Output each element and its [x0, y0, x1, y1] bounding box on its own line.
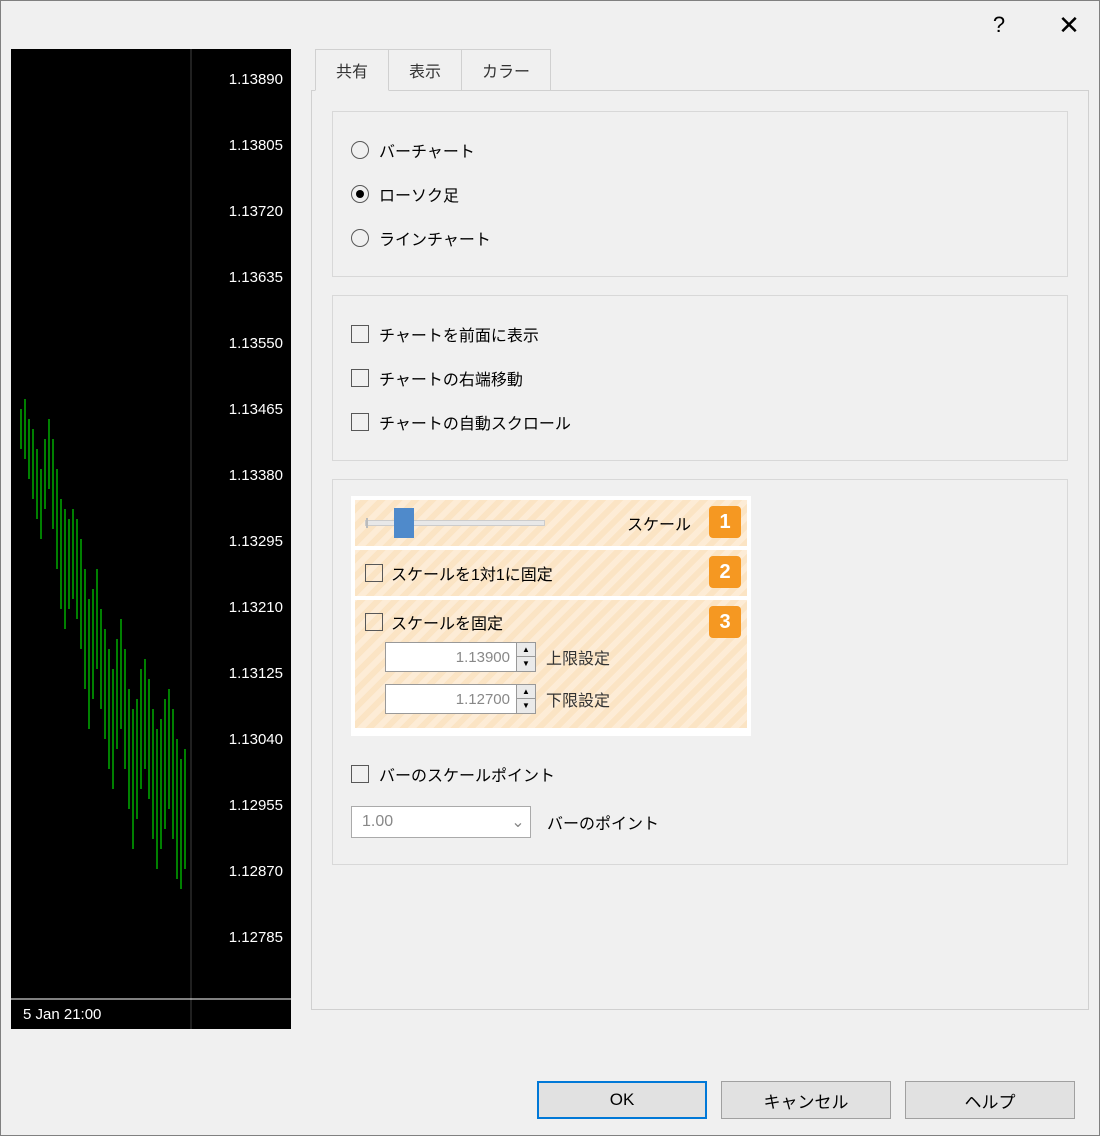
chevron-down-icon[interactable]: ⌄	[506, 807, 530, 837]
radio-candlestick[interactable]	[351, 185, 369, 203]
scale-label: スケール	[627, 511, 691, 535]
chart-options-group: チャートを前面に表示 チャートの右端移動 チャートの自動スクロール	[332, 295, 1068, 461]
tab-content: バーチャート ローソク足 ラインチャート チャートを前面に表示	[311, 90, 1089, 1010]
y-tick: 1.13720	[229, 203, 283, 220]
y-tick: 1.13125	[229, 665, 283, 682]
radio-label: バーチャート	[379, 138, 475, 162]
y-tick: 1.13295	[229, 533, 283, 550]
y-tick: 1.13380	[229, 467, 283, 484]
bar-point-label: バーのポイント	[547, 810, 659, 834]
check-label: スケールを固定	[391, 610, 503, 634]
lower-limit-input[interactable]	[386, 685, 516, 713]
annotation-badge-3: 3	[709, 606, 741, 638]
upper-limit-input[interactable]	[386, 643, 516, 671]
annotation-badge-2: 2	[709, 556, 741, 588]
annotation-badge-1: 1	[709, 506, 741, 538]
check-label: スケールを1対1に固定	[391, 561, 553, 585]
scale-group: スケール 1 スケールを1対1に固定 2 スケールを固定	[332, 479, 1068, 865]
properties-dialog: ? ✕	[0, 0, 1100, 1136]
scale-fix-row: スケールを固定 3 ▲ ▼	[355, 600, 747, 728]
spinner-down[interactable]: ▼	[517, 699, 535, 713]
scale-1to1-row: スケールを1対1に固定 2	[355, 550, 747, 596]
chart-type-group: バーチャート ローソク足 ラインチャート	[332, 111, 1068, 277]
check-label: チャートを前面に表示	[379, 322, 539, 346]
slider-thumb[interactable]	[394, 508, 414, 538]
y-tick: 1.12785	[229, 929, 283, 946]
chart-preview: 1.13890 1.13805 1.13720 1.13635 1.13550 …	[11, 49, 291, 1029]
checkbox-foreground[interactable]	[351, 325, 369, 343]
tab-color[interactable]: カラー	[461, 49, 551, 91]
upper-limit-label: 上限設定	[546, 645, 610, 669]
checkbox-auto-scroll[interactable]	[351, 413, 369, 431]
upper-limit-spinner[interactable]: ▲ ▼	[385, 642, 536, 672]
y-tick: 1.13210	[229, 599, 283, 616]
check-label: チャートの自動スクロール	[379, 410, 571, 434]
y-tick: 1.13465	[229, 401, 283, 418]
y-tick: 1.12870	[229, 863, 283, 880]
tab-display[interactable]: 表示	[388, 49, 462, 91]
tab-share[interactable]: 共有	[315, 49, 389, 91]
y-tick: 1.13550	[229, 335, 283, 352]
checkbox-bar-scale-point[interactable]	[351, 765, 369, 783]
spinner-up[interactable]: ▲	[517, 643, 535, 657]
radio-label: ラインチャート	[379, 226, 491, 250]
check-label: チャートの右端移動	[379, 366, 523, 390]
scale-slider-row: スケール 1	[355, 500, 747, 546]
bar-point-dropdown[interactable]: 1.00 ⌄	[351, 806, 531, 838]
ok-button[interactable]: OK	[537, 1081, 707, 1119]
radio-label: ローソク足	[379, 182, 459, 206]
checkbox-scale-fix[interactable]	[365, 613, 383, 631]
y-tick: 1.13040	[229, 731, 283, 748]
spinner-up[interactable]: ▲	[517, 685, 535, 699]
radio-bar-chart[interactable]	[351, 141, 369, 159]
spinner-down[interactable]: ▼	[517, 657, 535, 671]
check-label: バーのスケールポイント	[379, 762, 555, 786]
scale-slider[interactable]	[365, 520, 545, 526]
lower-limit-spinner[interactable]: ▲ ▼	[385, 684, 536, 714]
radio-line-chart[interactable]	[351, 229, 369, 247]
y-tick: 1.13890	[229, 71, 283, 88]
dialog-buttons: OK キャンセル ヘルプ	[537, 1081, 1075, 1119]
help-button[interactable]: ヘルプ	[905, 1081, 1075, 1119]
lower-limit-label: 下限設定	[546, 687, 610, 711]
help-button[interactable]: ?	[979, 12, 1019, 38]
dropdown-value: 1.00	[352, 807, 506, 837]
close-button[interactable]: ✕	[1049, 10, 1089, 41]
checkbox-scale-1to1[interactable]	[365, 564, 383, 582]
highlight-annotations: スケール 1 スケールを1対1に固定 2 スケールを固定	[351, 496, 751, 736]
x-axis-label: 5 Jan 21:00	[23, 1006, 101, 1023]
y-tick: 1.13635	[229, 269, 283, 286]
titlebar: ? ✕	[1, 1, 1099, 49]
y-tick: 1.13805	[229, 137, 283, 154]
y-tick: 1.12955	[229, 797, 283, 814]
checkbox-right-shift[interactable]	[351, 369, 369, 387]
cancel-button[interactable]: キャンセル	[721, 1081, 891, 1119]
tabs: 共有 表示 カラー	[315, 49, 1089, 91]
